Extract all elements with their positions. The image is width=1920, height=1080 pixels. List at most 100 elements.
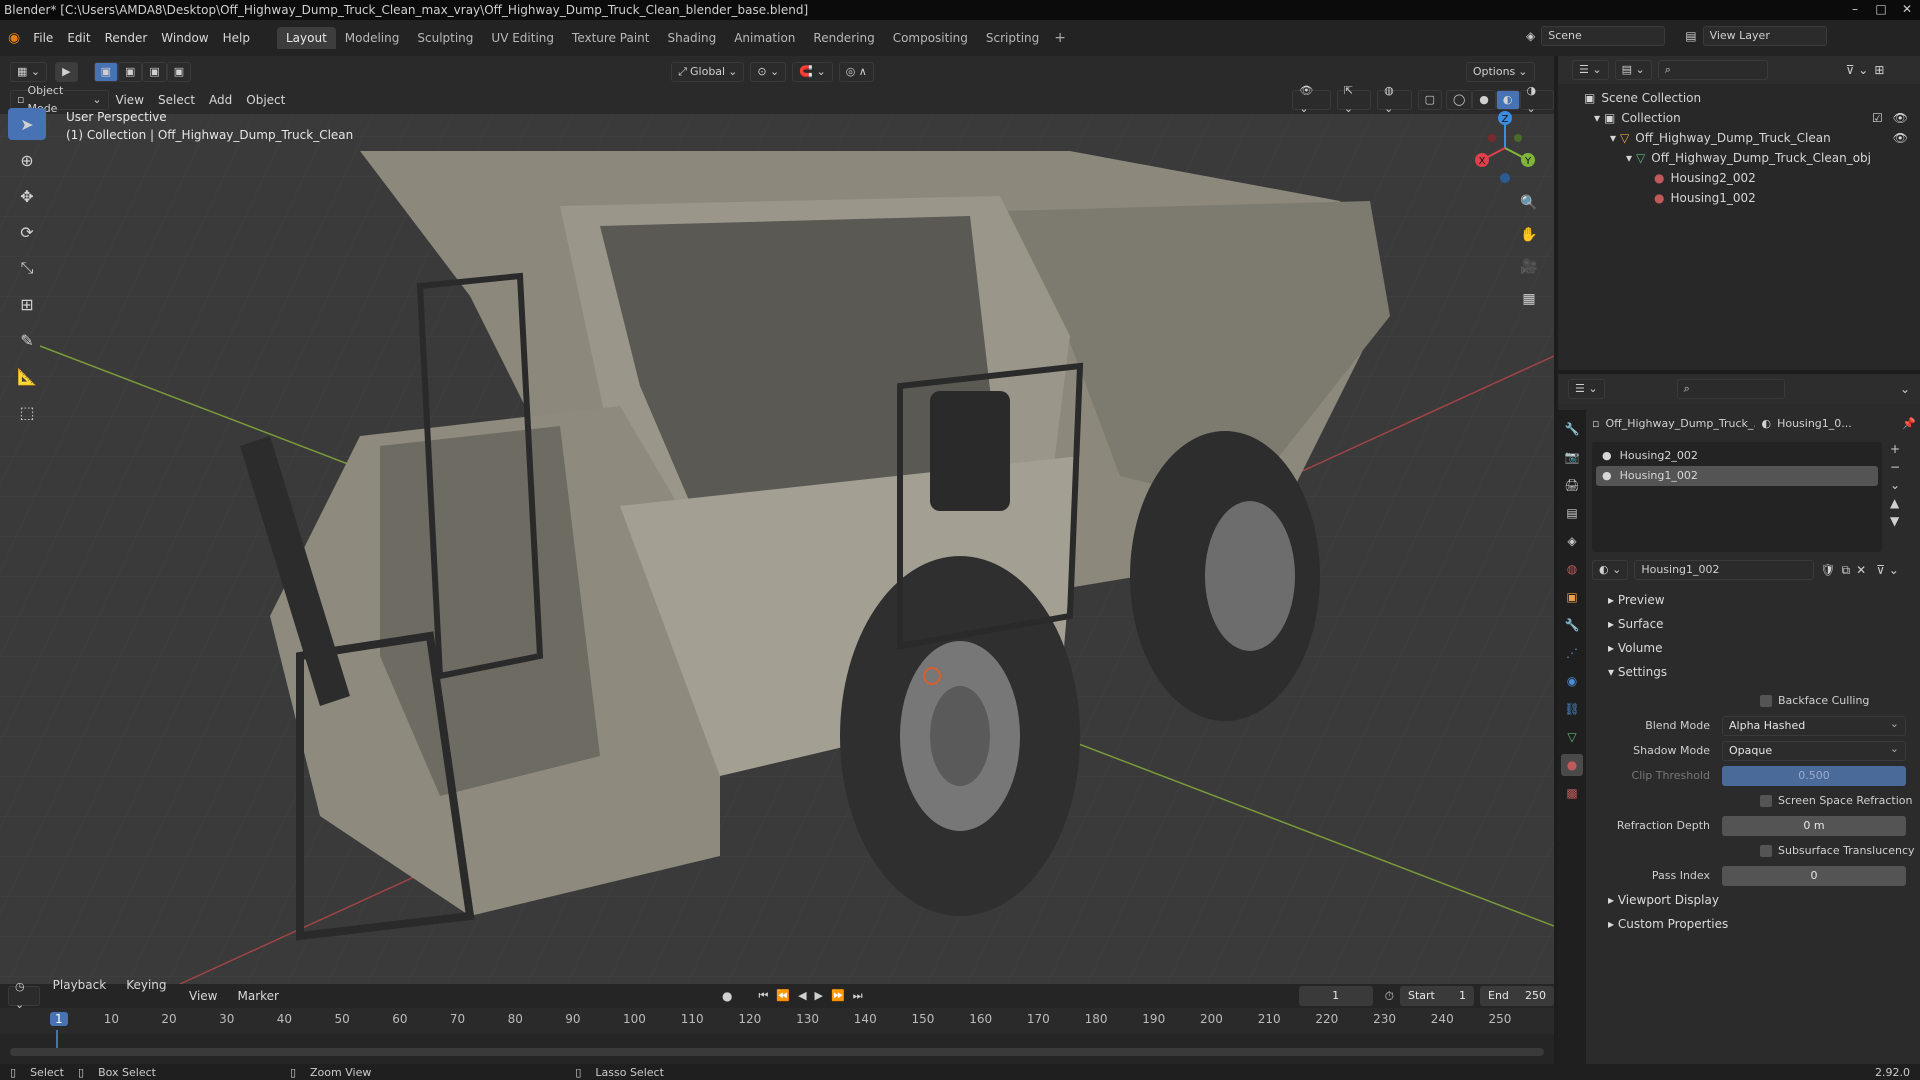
gizmo-toggle-icon[interactable]: ⇱ ⌄ bbox=[1336, 84, 1372, 115]
eye-icon[interactable]: 👁 bbox=[1893, 128, 1908, 148]
ortho-grid-icon[interactable]: ▦ bbox=[1518, 288, 1540, 310]
snap-icon[interactable]: 🧲 ⌄ bbox=[792, 62, 833, 82]
playhead[interactable] bbox=[56, 1030, 58, 1048]
outliner-search-input[interactable]: ⌕ bbox=[1657, 60, 1768, 80]
outliner-row-collection[interactable]: ▾ ▣ Collection ☑ 👁 bbox=[1584, 108, 1920, 128]
scene-selector[interactable]: Scene bbox=[1541, 26, 1666, 46]
record-icon[interactable]: ● bbox=[722, 989, 732, 1003]
scale-tool-icon[interactable]: ⤡ bbox=[8, 252, 46, 284]
shadow-mode-dropdown[interactable]: Opaque bbox=[1722, 740, 1906, 761]
panel-custom-properties[interactable]: ▸ Custom Properties bbox=[1592, 912, 1916, 936]
menu-help[interactable]: Help bbox=[216, 27, 257, 49]
blend-mode-dropdown[interactable]: Alpha Hashed bbox=[1722, 715, 1906, 736]
world-tab-icon[interactable]: ◍ bbox=[1561, 558, 1583, 580]
expand-icon[interactable]: ▾ bbox=[1626, 148, 1632, 168]
backface-culling-checkbox[interactable] bbox=[1760, 694, 1772, 707]
display-mode-button[interactable]: ▤ ⌄ bbox=[1614, 60, 1652, 80]
material-slot-item-selected[interactable]: ● Housing1_002 bbox=[1596, 466, 1878, 486]
outliner-row-truck-mesh[interactable]: ▾ ▽ Off_Highway_Dump_Truck_Clean_obj bbox=[1584, 148, 1920, 168]
subsurface-checkbox[interactable] bbox=[1760, 844, 1772, 857]
constraints-tab-icon[interactable]: ⛓ bbox=[1561, 698, 1583, 720]
material-filter-icon[interactable]: ⊽ ⌄ bbox=[1876, 563, 1899, 577]
tab-texture-paint[interactable]: Texture Paint bbox=[563, 27, 658, 49]
tab-uv-editing[interactable]: UV Editing bbox=[482, 27, 563, 49]
subsurface-row[interactable]: Subsurface Translucency bbox=[1592, 838, 1916, 863]
object-tab-icon[interactable]: ▣ bbox=[1561, 586, 1583, 608]
pivot-point-icon[interactable]: ⊙ ⌄ bbox=[750, 62, 787, 82]
play-icon[interactable]: ▶ bbox=[815, 989, 823, 1003]
end-frame-field[interactable]: End 250 bbox=[1480, 986, 1554, 1006]
maximize-icon[interactable]: □ bbox=[1868, 0, 1894, 18]
mode-dropdown[interactable]: ▫Object Mode ⌄ bbox=[10, 84, 109, 115]
play-reverse-icon[interactable]: ◀ bbox=[798, 989, 806, 1003]
3d-viewport[interactable]: ▦ ⌄ ▶ ▣ ▣ ▣ ▣ ⤢ Global ⌄ ⊙ ⌄ 🧲 ⌄ ◎ ∧ Opti… bbox=[0, 56, 1554, 984]
menu-timeline-view[interactable]: View bbox=[182, 985, 224, 1007]
camera-view-icon[interactable]: 🎥 bbox=[1518, 256, 1540, 278]
backface-culling-row[interactable]: Backface Culling bbox=[1592, 688, 1916, 713]
tab-sculpting[interactable]: Sculpting bbox=[408, 27, 482, 49]
wireframe-shading-icon[interactable]: ◯ bbox=[1445, 90, 1473, 110]
properties-search-input[interactable]: ⌕ bbox=[1676, 379, 1785, 399]
panel-surface[interactable]: ▸ Surface bbox=[1592, 612, 1916, 636]
xray-icon[interactable]: ▢ bbox=[1417, 90, 1442, 110]
properties-editor-type-button[interactable]: ☰ ⌄ bbox=[1568, 379, 1605, 399]
filter-icon[interactable]: ⊽ ⌄ bbox=[1846, 63, 1869, 77]
move-down-icon[interactable]: ▼ bbox=[1890, 514, 1900, 528]
outliner-row-housing2[interactable]: ● Housing2_002 bbox=[1584, 168, 1920, 188]
properties-options-icon[interactable]: ⌄ bbox=[1900, 382, 1910, 396]
add-cube-tool-icon[interactable]: ⬚ bbox=[8, 396, 46, 428]
slot-specials-icon[interactable]: ⌄ bbox=[1890, 478, 1900, 492]
material-shading-icon[interactable]: ◐ bbox=[1495, 90, 1520, 110]
unlink-material-icon[interactable]: ✕ bbox=[1856, 563, 1866, 577]
add-workspace-icon[interactable]: + bbox=[1054, 30, 1066, 46]
tab-layout[interactable]: Layout bbox=[276, 27, 336, 49]
scene-tab-icon[interactable]: ◈ bbox=[1561, 530, 1583, 552]
material-name-field[interactable]: Housing1_002 bbox=[1634, 560, 1815, 580]
eye-icon[interactable]: 👁 bbox=[1893, 108, 1908, 128]
rotate-tool-icon[interactable]: ⟳ bbox=[8, 216, 46, 248]
panel-preview[interactable]: ▸ Preview bbox=[1592, 588, 1916, 612]
outliner-row-truck-empty[interactable]: ▾ ▽ Off_Highway_Dump_Truck_Clean 👁 bbox=[1584, 128, 1920, 148]
ssr-checkbox[interactable] bbox=[1760, 794, 1772, 807]
blender-logo-icon[interactable]: ◉ bbox=[8, 30, 20, 46]
cursor-tool-icon[interactable]: ⊕ bbox=[8, 144, 46, 176]
fake-user-icon[interactable]: 🛡 bbox=[1820, 563, 1835, 577]
navigation-gizmo[interactable]: Z X Y bbox=[1470, 108, 1540, 188]
next-keyframe-icon[interactable]: ⏩ bbox=[831, 989, 845, 1003]
add-slot-icon[interactable]: + bbox=[1890, 442, 1900, 456]
menu-marker[interactable]: Marker bbox=[231, 985, 286, 1007]
duplicate-material-icon[interactable]: ⧉ bbox=[1842, 563, 1851, 578]
annotate-tool-icon[interactable]: ✎ bbox=[8, 324, 46, 356]
tab-animation[interactable]: Animation bbox=[725, 27, 804, 49]
tab-shading[interactable]: Shading bbox=[658, 27, 725, 49]
panel-settings[interactable]: ▾ Settings bbox=[1592, 660, 1916, 684]
tab-compositing[interactable]: Compositing bbox=[884, 27, 977, 49]
measure-tool-icon[interactable]: 📐 bbox=[8, 360, 46, 392]
stopwatch-icon[interactable]: ⏱ bbox=[1385, 989, 1394, 1004]
prev-keyframe-icon[interactable]: ⏪ bbox=[776, 989, 790, 1003]
output-tab-icon[interactable]: 🖨 bbox=[1561, 474, 1583, 496]
menu-file[interactable]: File bbox=[26, 27, 60, 49]
overlays-icon[interactable]: ◍ ⌄ bbox=[1377, 84, 1412, 115]
material-browse-button[interactable]: ◐ ⌄ bbox=[1592, 560, 1629, 580]
data-tab-icon[interactable]: ▽ bbox=[1561, 726, 1583, 748]
panel-viewport-display[interactable]: ▸ Viewport Display bbox=[1592, 888, 1916, 912]
select-mode-extend-icon[interactable]: ▣ bbox=[117, 62, 143, 82]
tab-rendering[interactable]: Rendering bbox=[804, 27, 883, 49]
timeline-ruler[interactable]: 1 10 20 30 40 50 60 70 80 90 100 110 120 130 140 150 160… bbox=[0, 1008, 1554, 1048]
modifier-tab-icon[interactable]: 🔧 bbox=[1561, 614, 1583, 636]
particles-tab-icon[interactable]: ⋰ bbox=[1561, 642, 1583, 664]
select-mode-new-icon[interactable]: ▣ bbox=[93, 62, 118, 82]
tool-tab-icon[interactable]: 🔧 bbox=[1561, 418, 1583, 440]
minimize-icon[interactable]: – bbox=[1842, 0, 1868, 18]
material-slot-list[interactable]: ● Housing2_002 ● Housing1_002 bbox=[1592, 442, 1882, 552]
menu-render[interactable]: Render bbox=[98, 27, 155, 49]
pin-icon[interactable]: 📌 bbox=[1902, 417, 1916, 430]
material-slot-item[interactable]: ● Housing2_002 bbox=[1596, 446, 1878, 466]
refraction-depth-field[interactable]: 0 m bbox=[1722, 815, 1906, 836]
timeline-editor-type-button[interactable]: ◷ ⌄ bbox=[8, 980, 40, 1011]
select-mode-invert-icon[interactable]: ▣ bbox=[166, 62, 192, 82]
material-tab-icon[interactable]: ● bbox=[1561, 754, 1583, 776]
rendered-shading-icon[interactable]: ◑ ⌄ bbox=[1519, 84, 1554, 115]
expand-icon[interactable]: ▾ bbox=[1610, 128, 1616, 148]
